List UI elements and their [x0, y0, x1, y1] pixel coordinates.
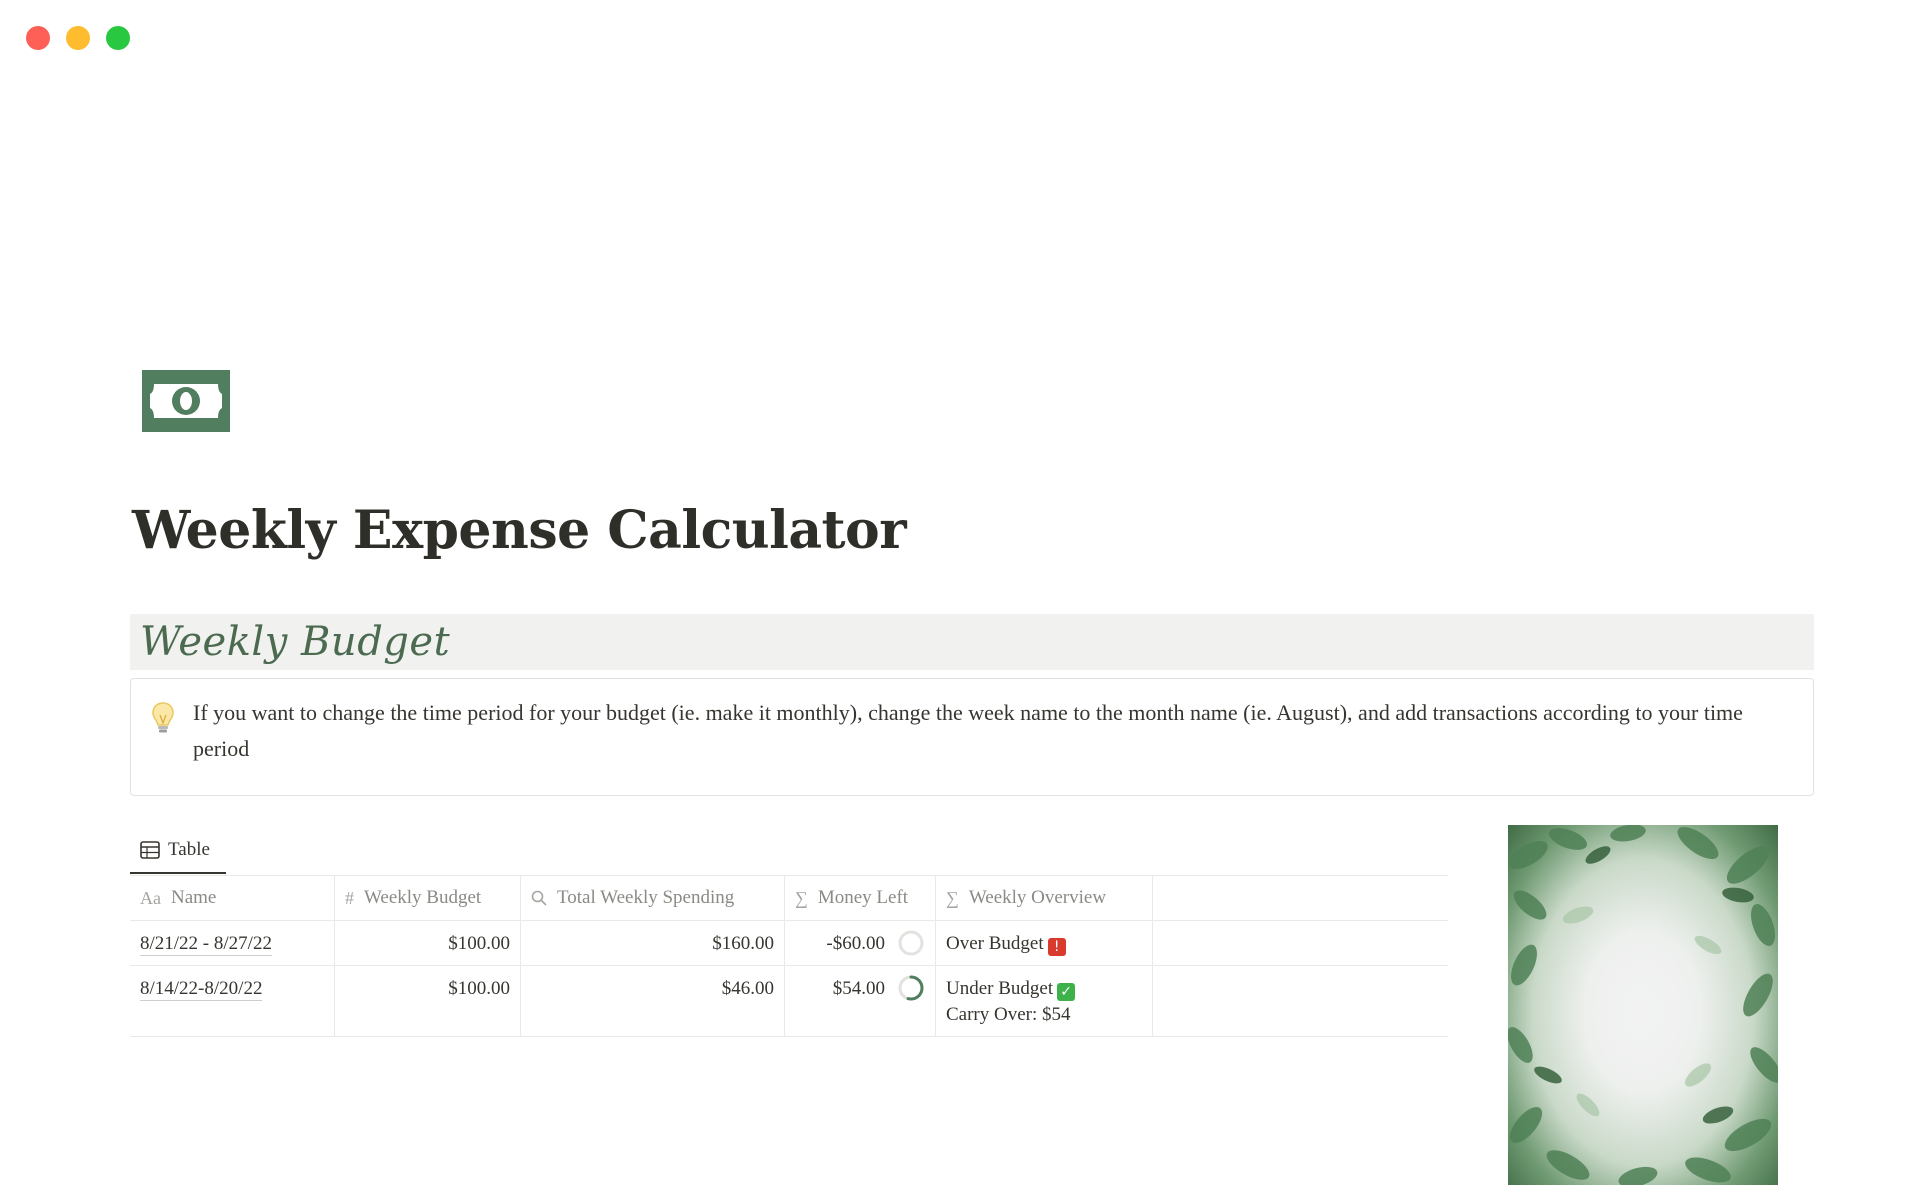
overview-carry-over: Carry Over: $54	[946, 1004, 1071, 1025]
formula-property-icon: ∑	[795, 887, 808, 908]
cell-weekly-budget[interactable]: $100.00	[335, 966, 521, 1036]
column-header-label: Money Left	[817, 887, 909, 908]
table-header-row: Aa Name # Weekly Budget Total Weekly Spe…	[130, 876, 1448, 921]
callout-block: If you want to change the time period fo…	[130, 678, 1814, 796]
table-row[interactable]: 8/14/22-8/20/22 $100.00 $46.00 $54.00 Un…	[130, 966, 1448, 1037]
section-heading-text: Weekly Budget	[140, 619, 451, 665]
cell-empty	[1153, 966, 1448, 1036]
cell-name[interactable]: 8/14/22-8/20/22	[130, 966, 335, 1036]
column-header-money-left[interactable]: ∑ Money Left	[785, 876, 936, 920]
minimize-window-button[interactable]	[66, 26, 90, 50]
siren-icon: !	[1047, 938, 1066, 956]
cell-money-left[interactable]: $54.00	[785, 966, 936, 1036]
column-header-weekly-budget[interactable]: # Weekly Budget	[335, 876, 521, 920]
leaves-illustration	[1508, 825, 1778, 1185]
tab-table-label: Table	[168, 839, 210, 860]
lightbulb-icon[interactable]	[151, 701, 181, 795]
section-heading-weekly-budget: Weekly Budget	[130, 614, 1814, 670]
progress-ring-icon	[898, 975, 924, 1001]
callout-text: If you want to change the time period fo…	[193, 700, 1743, 761]
cell-empty	[1153, 921, 1448, 965]
overview-status: Under Budget	[946, 978, 1054, 999]
banknote-icon[interactable]	[142, 370, 230, 432]
column-header-label: Weekly Overview	[968, 887, 1107, 908]
table-row[interactable]: 8/21/22 - 8/27/22 $100.00 $160.00 -$60.0…	[130, 921, 1448, 966]
page-title: Weekly Expense Calculator	[132, 500, 907, 561]
window-controls	[26, 26, 130, 50]
row-name[interactable]: 8/14/22-8/20/22	[140, 978, 263, 1001]
weekly-budget-table: Aa Name # Weekly Budget Total Weekly Spe…	[130, 875, 1448, 1037]
column-header-label: Weekly Budget	[364, 887, 482, 908]
cell-total-spending[interactable]: $46.00	[521, 966, 785, 1036]
tab-table-view[interactable]: Table	[130, 828, 226, 874]
column-header-weekly-overview[interactable]: ∑ Weekly Overview	[936, 876, 1153, 920]
search-icon	[531, 890, 547, 906]
cell-weekly-overview[interactable]: Over Budget!	[936, 921, 1153, 965]
cell-weekly-overview[interactable]: Under Budget ✓ Carry Over: $54	[936, 966, 1153, 1036]
check-mark-icon: ✓	[1057, 983, 1076, 1001]
number-property-icon: #	[345, 887, 354, 908]
column-header-label: Name	[171, 887, 217, 908]
row-name[interactable]: 8/21/22 - 8/27/22	[140, 933, 272, 956]
column-header-label: Total Weekly Spending	[557, 887, 735, 908]
column-header-name[interactable]: Aa Name	[130, 876, 335, 920]
text-property-icon: Aa	[140, 887, 161, 908]
cell-name[interactable]: 8/21/22 - 8/27/22	[130, 921, 335, 965]
progress-ring-icon	[898, 930, 924, 956]
foliage-image	[1508, 825, 1778, 1185]
add-column-area[interactable]	[1153, 876, 1448, 920]
money-left-value: $54.00	[832, 978, 885, 999]
formula-property-icon: ∑	[946, 887, 959, 908]
zoom-window-button[interactable]	[106, 26, 130, 50]
overview-status: Over Budget	[946, 933, 1044, 954]
cell-weekly-budget[interactable]: $100.00	[335, 921, 521, 965]
cell-total-spending[interactable]: $160.00	[521, 921, 785, 965]
close-window-button[interactable]	[26, 26, 50, 50]
money-left-value: -$60.00	[826, 933, 885, 954]
table-icon	[140, 841, 160, 859]
cell-money-left[interactable]: -$60.00	[785, 921, 936, 965]
column-header-total-weekly-spending[interactable]: Total Weekly Spending	[521, 876, 785, 920]
